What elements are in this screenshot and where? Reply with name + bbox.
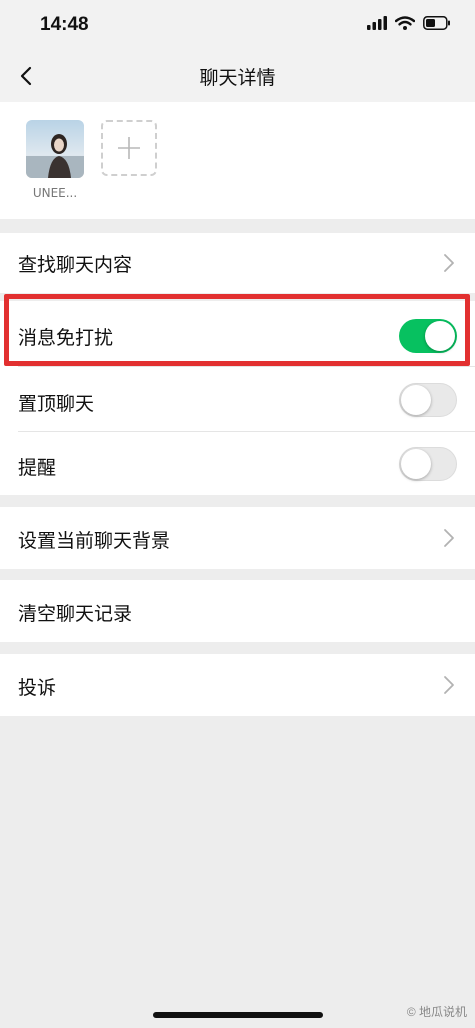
clear-history-row[interactable]: 清空聊天记录 [0, 580, 475, 642]
mute-toggle[interactable] [399, 319, 457, 353]
battery-icon [423, 16, 450, 30]
add-member-button[interactable] [101, 120, 157, 176]
watermark: © 地瓜说机 [406, 1005, 467, 1019]
pin-chat-toggle[interactable] [399, 383, 457, 417]
remind-label: 提醒 [18, 457, 57, 479]
report-row[interactable]: 投诉 [0, 654, 475, 716]
page-title: 聊天详情 [199, 67, 276, 89]
divider [18, 431, 475, 432]
clear-history-label: 清空聊天记录 [18, 603, 133, 625]
nav-bar: 聊天详情 [0, 50, 475, 102]
chat-background-label: 设置当前聊天背景 [18, 530, 171, 552]
toggle-group: 消息免打扰 置顶聊天 提醒 [0, 301, 475, 495]
home-indicator [153, 1012, 323, 1018]
chevron-right-icon [444, 254, 454, 272]
report-label: 投诉 [18, 677, 57, 699]
chevron-right-icon [444, 529, 454, 547]
chat-background-row[interactable]: 设置当前聊天背景 [0, 507, 475, 569]
search-history-label: 查找聊天内容 [18, 254, 133, 276]
status-time: 14:48 [40, 14, 89, 35]
pin-chat-label: 置顶聊天 [18, 393, 95, 415]
status-icons [367, 16, 451, 30]
search-history-row[interactable]: 查找聊天内容 [0, 233, 475, 293]
divider [18, 366, 475, 367]
member-name: UNEE... [32, 186, 78, 200]
avatar[interactable] [26, 120, 84, 178]
member-item[interactable]: UNEE... [26, 120, 84, 200]
wifi-icon [395, 16, 415, 30]
chevron-right-icon [444, 676, 454, 694]
signal-icon [367, 16, 387, 30]
status-bar: 14:48 [0, 0, 475, 50]
mute-label: 消息免打扰 [18, 327, 114, 349]
member-section: UNEE... [0, 102, 475, 219]
add-member-icon [118, 137, 140, 159]
remind-toggle[interactable] [399, 447, 457, 481]
